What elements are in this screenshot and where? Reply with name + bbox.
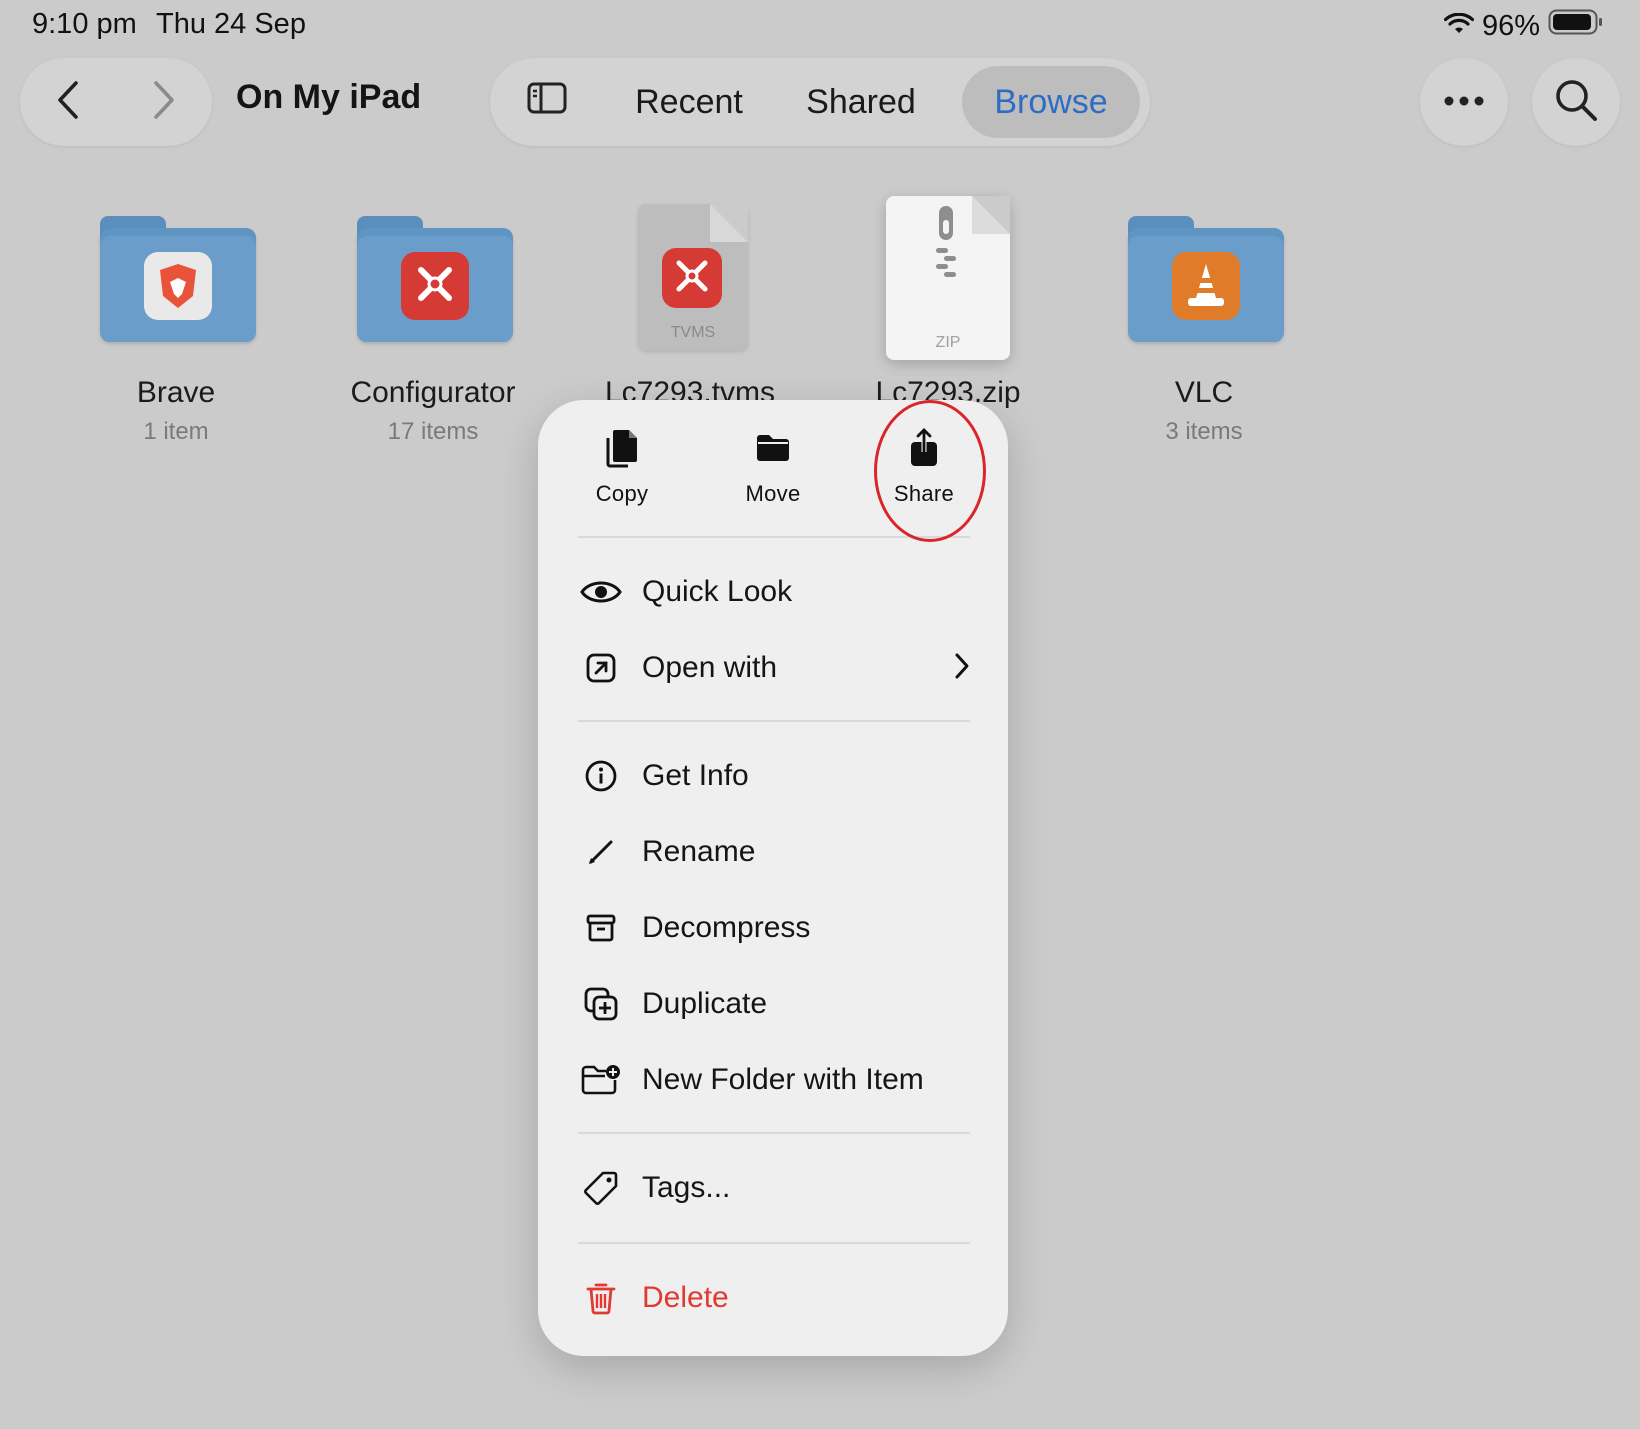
- context-menu: Copy Move Share Quick Look Open with Get…: [538, 400, 1008, 1356]
- folder-icon: [755, 428, 791, 473]
- page-title: On My iPad: [236, 78, 422, 116]
- menu-item-quick-look[interactable]: Quick Look: [578, 562, 970, 622]
- menu-item-label: Duplicate: [642, 987, 768, 1020]
- move-action[interactable]: Move: [698, 428, 848, 528]
- menu-item-label: Rename: [642, 835, 756, 868]
- back-icon: [56, 80, 80, 125]
- battery-icon: [1548, 9, 1604, 43]
- redarc-icon: [401, 252, 469, 320]
- tab-bar: Recent Shared Browse: [490, 58, 1150, 146]
- archive-icon: [576, 903, 626, 953]
- tag-icon: [576, 1163, 626, 1213]
- menu-item-label: Get Info: [642, 759, 749, 792]
- menu-item-label: Quick Look: [642, 575, 793, 608]
- copy-label: Copy: [595, 481, 649, 506]
- redarc-icon: [662, 248, 722, 308]
- tab-shared[interactable]: Shared: [780, 66, 942, 138]
- menu-item-label: New Folder with Item: [642, 1063, 924, 1096]
- chevron-right-icon: [954, 652, 970, 685]
- document-icon: TVMS: [638, 204, 748, 350]
- duplicate-icon: [576, 979, 626, 1029]
- file-subtitle: 17 items: [387, 418, 479, 445]
- vlc-icon: [1172, 252, 1240, 320]
- forward-button[interactable]: [116, 58, 212, 146]
- menu-item-open-with[interactable]: Open with: [578, 638, 970, 698]
- more-button[interactable]: [1420, 58, 1508, 146]
- document-type-label: ZIP: [935, 334, 961, 351]
- file-subtitle: 3 items: [1165, 418, 1243, 445]
- menu-item-duplicate[interactable]: Duplicate: [578, 974, 970, 1034]
- menu-separator: [578, 1132, 970, 1134]
- status-time: 9:10 pm: [32, 8, 137, 40]
- eye-icon: [576, 567, 626, 617]
- menu-item-new-folder[interactable]: New Folder with Item: [578, 1050, 970, 1110]
- tab-recent[interactable]: Recent: [608, 66, 770, 138]
- status-date: Thu 24 Sep: [156, 8, 306, 40]
- menu-item-decompress[interactable]: Decompress: [578, 898, 970, 958]
- tab-browse[interactable]: Browse: [962, 66, 1140, 138]
- search-button[interactable]: [1532, 58, 1620, 146]
- file-name: Configurator: [350, 376, 516, 409]
- menu-item-label: Decompress: [642, 911, 811, 944]
- more-icon: [1444, 93, 1484, 111]
- search-icon: [1554, 78, 1598, 127]
- brave-icon: [144, 252, 212, 320]
- menu-item-rename[interactable]: Rename: [578, 822, 970, 882]
- annotation-circle: [874, 400, 986, 542]
- new-folder-icon: [576, 1055, 626, 1105]
- folder-icon: [100, 216, 256, 342]
- menu-item-label: Delete: [642, 1281, 729, 1314]
- copy-action[interactable]: Copy: [547, 428, 697, 528]
- pencil-icon: [576, 827, 626, 877]
- file-subtitle: 1 item: [143, 418, 209, 445]
- menu-item-tags[interactable]: Tags...: [578, 1158, 970, 1218]
- file-name: VLC: [1174, 376, 1234, 409]
- menu-item-delete[interactable]: Delete: [578, 1268, 970, 1328]
- sidebar-toggle-button[interactable]: [504, 66, 590, 138]
- menu-item-label: Open with: [642, 651, 778, 684]
- back-button[interactable]: [20, 58, 116, 146]
- navigation-buttons: [20, 58, 212, 146]
- menu-separator: [578, 720, 970, 722]
- forward-icon: [152, 80, 176, 125]
- folder-icon: [357, 216, 513, 342]
- zip-icon: ZIP: [886, 196, 1010, 360]
- document-type-label: TVMS: [670, 324, 716, 341]
- battery-percent: 96%: [1481, 9, 1540, 42]
- menu-item-label: Tags...: [642, 1171, 731, 1204]
- trash-icon: [576, 1273, 626, 1323]
- open-with-icon: [576, 643, 626, 693]
- menu-item-get-info[interactable]: Get Info: [578, 746, 970, 806]
- folder-icon: [1128, 216, 1284, 342]
- status-indicators: 96%: [1443, 8, 1604, 44]
- copy-icon: [605, 428, 639, 473]
- move-label: Move: [745, 481, 801, 506]
- sidebar-icon: [527, 82, 567, 123]
- menu-separator: [578, 1242, 970, 1244]
- wifi-icon: [1443, 10, 1475, 43]
- info-icon: [576, 751, 626, 801]
- file-name: Brave: [136, 376, 216, 409]
